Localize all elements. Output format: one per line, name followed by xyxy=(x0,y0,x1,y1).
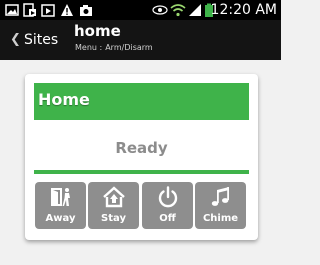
bluetooth-icon xyxy=(152,5,168,15)
arm-status-text: Ready xyxy=(115,139,168,157)
stay-label: Stay xyxy=(101,213,126,224)
stay-icon xyxy=(103,186,125,208)
wifi-icon xyxy=(170,4,186,17)
page-title: home xyxy=(74,22,121,40)
away-icon xyxy=(51,188,70,206)
signal-icon xyxy=(189,4,201,16)
status-bar-time: 12:20 AM xyxy=(210,2,277,18)
chevron-left-icon: ❮ xyxy=(10,32,21,47)
page-subtitle: Menu : Arm/Disarm xyxy=(75,43,156,53)
status-divider xyxy=(34,170,249,174)
status-bar: 12:20 AM xyxy=(0,0,281,20)
subtitle-value: Arm/Disarm xyxy=(105,43,153,52)
power-icon xyxy=(158,186,178,208)
chime-label: Chime xyxy=(202,213,239,224)
play-store-icon xyxy=(41,4,55,17)
action-bar: ❮ Sites home Menu : Arm/Disarm xyxy=(0,20,281,60)
camera-icon xyxy=(80,5,92,16)
image-icon xyxy=(5,4,19,16)
partition-card: Home Ready Away Stay Off Chime xyxy=(25,74,258,240)
away-label: Away xyxy=(45,213,76,224)
chime-button[interactable]: Chime xyxy=(195,182,246,229)
away-button[interactable]: Away xyxy=(35,182,86,229)
off-label: Off xyxy=(159,213,176,224)
off-button[interactable]: Off xyxy=(142,182,193,229)
chime-icon xyxy=(211,187,229,206)
partition-title: Home xyxy=(38,90,90,109)
back-label: Sites xyxy=(24,32,59,48)
back-to-sites-button[interactable]: ❮ Sites xyxy=(0,20,66,60)
media-icon xyxy=(23,3,36,17)
warning-icon xyxy=(61,4,73,16)
subtitle-prefix: Menu : xyxy=(75,43,103,52)
stay-button[interactable]: Stay xyxy=(88,182,139,229)
card-header: Home xyxy=(34,83,249,120)
